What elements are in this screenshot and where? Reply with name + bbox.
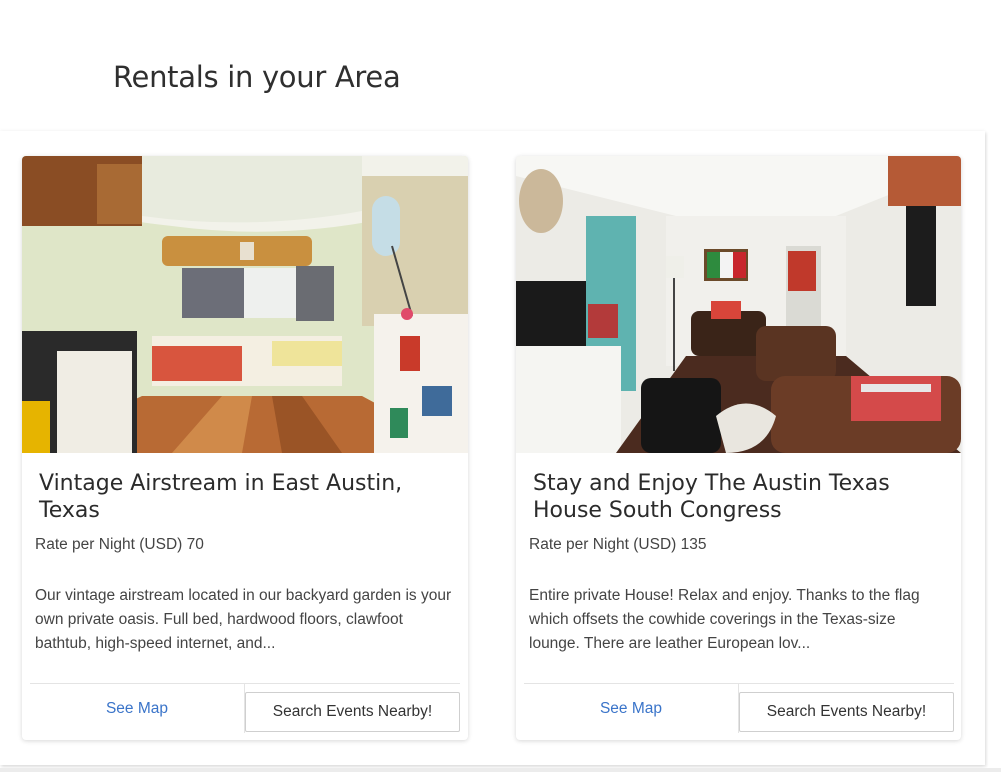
- living-room-photo[interactable]: [516, 156, 961, 453]
- card-footer: See Map Search Events Nearby!: [30, 683, 460, 733]
- rate-value: 135: [680, 536, 707, 553]
- search-events-button[interactable]: Search Events Nearby!: [245, 692, 460, 732]
- rate-per-night: Rate per Night (USD) 135: [529, 536, 706, 554]
- listing-card: Stay and Enjoy The Austin Texas House So…: [516, 156, 961, 740]
- see-map-link[interactable]: See Map: [524, 684, 739, 733]
- see-map-link[interactable]: See Map: [30, 684, 245, 733]
- card-footer: See Map Search Events Nearby!: [524, 683, 954, 733]
- page-title: Rentals in your Area: [113, 60, 401, 94]
- listing-title[interactable]: Vintage Airstream in East Austin, Texas: [39, 470, 449, 524]
- rate-value: 70: [186, 536, 204, 553]
- search-events-button[interactable]: Search Events Nearby!: [739, 692, 954, 732]
- listing-description: Entire private House! Relax and enjoy. T…: [529, 587, 920, 652]
- rate-label: Rate per Night (USD): [529, 536, 677, 553]
- listing-card: Vintage Airstream in East Austin, Texas …: [22, 156, 468, 740]
- listings-panel: Vintage Airstream in East Austin, Texas …: [0, 131, 985, 765]
- rate-label: Rate per Night (USD): [35, 536, 183, 553]
- rate-per-night: Rate per Night (USD) 70: [35, 536, 204, 554]
- listing-description: Our vintage airstream located in our bac…: [35, 587, 452, 652]
- listing-title[interactable]: Stay and Enjoy The Austin Texas House So…: [533, 470, 943, 524]
- airstream-interior-photo[interactable]: [22, 156, 468, 453]
- bottom-divider: [0, 768, 1001, 772]
